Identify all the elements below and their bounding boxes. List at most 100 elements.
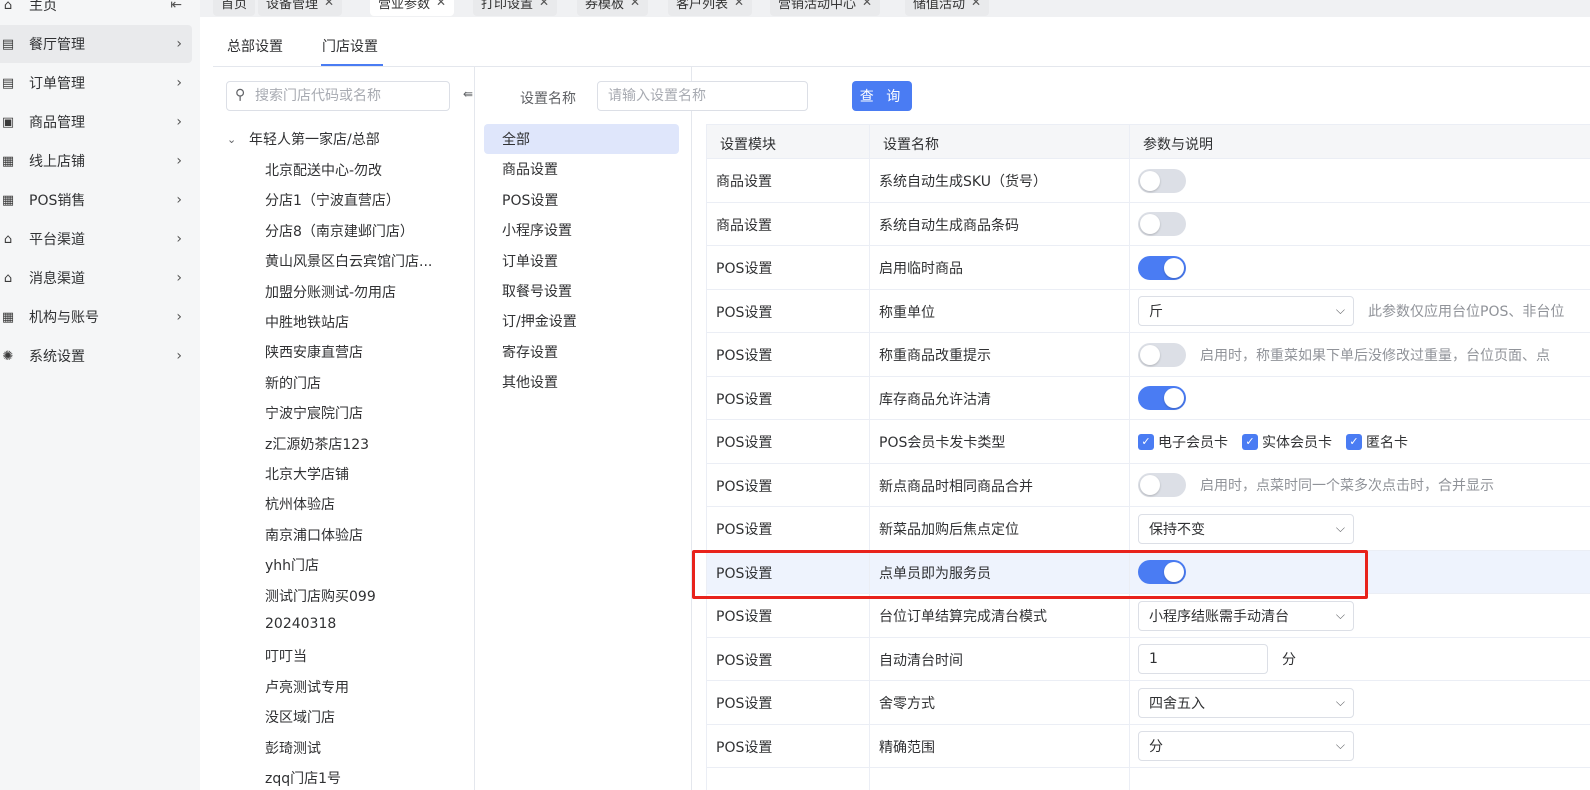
store-search-input[interactable] <box>255 86 445 106</box>
cell-module: 商品设置 <box>716 174 772 190</box>
sidebar-item-8[interactable]: ▦ 机构与账号 › <box>0 298 192 336</box>
category-item[interactable]: 寄存设置 <box>484 337 679 367</box>
close-icon[interactable]: ✕ <box>539 0 549 9</box>
sidebar-item-9[interactable]: ✺ 系统设置 › <box>0 337 192 375</box>
store-tree-item[interactable]: 叮叮当 <box>265 646 307 666</box>
store-tree-item[interactable]: 加盟分账测试-勿用店 <box>265 282 396 302</box>
select-dropdown[interactable]: 四舍五入 ⌵ <box>1138 687 1354 718</box>
close-icon[interactable]: ✕ <box>971 0 981 9</box>
toggle-switch[interactable] <box>1138 473 1186 497</box>
sidebar-item-2[interactable]: ▤ 订单管理 › <box>0 64 192 102</box>
sidebar-item-5[interactable]: ▦ POS销售 › <box>0 181 192 219</box>
cell-param <box>1138 377 1186 420</box>
toggle-switch[interactable] <box>1138 212 1186 236</box>
tab-1[interactable]: 设备管理 ✕ <box>258 0 343 16</box>
category-item[interactable]: 订单设置 <box>484 246 679 276</box>
store-tree-item[interactable]: zqq门店1号 <box>265 768 341 788</box>
store-tree-item[interactable]: 北京大学店铺 <box>265 464 349 484</box>
collapse-icon[interactable]: ⇚ <box>463 87 473 101</box>
sidebar-item-3[interactable]: ▣ 商品管理 › <box>0 103 192 141</box>
store-tree-item[interactable]: 新的门店 <box>265 373 321 393</box>
store-tree-item[interactable]: 宁波宁宸院门店 <box>265 403 363 423</box>
category-item[interactable]: POS设置 <box>484 185 679 215</box>
store-tree-item[interactable]: 分店1（宁波直营店） <box>265 190 400 210</box>
category-item[interactable]: 取餐号设置 <box>484 276 679 306</box>
category-item[interactable]: 其他设置 <box>484 367 679 397</box>
cell-module: POS设置 <box>716 522 773 538</box>
sidebar-item-1[interactable]: ▤ 餐厅管理 › <box>0 25 192 63</box>
store-tree-item[interactable]: 没区域门店 <box>265 707 335 727</box>
cell-setting-name: 自动清台时间 <box>879 652 963 669</box>
sidebar-item-7[interactable]: ⌂ 消息渠道 › <box>0 259 192 297</box>
tab-store-settings[interactable]: 门店设置 <box>322 36 378 56</box>
tab-4[interactable]: 券模板 ✕ <box>577 0 649 16</box>
table-row: POS设置 点单员即为服务员 <box>706 550 1590 594</box>
sidebar-item-label: 系统设置 <box>29 349 85 365</box>
tab-7[interactable]: 储值活动 ✕ <box>905 0 990 16</box>
setting-description: 此参数仅应用台位POS、非台位 <box>1368 304 1565 320</box>
select-dropdown[interactable]: 保持不变 ⌵ <box>1138 513 1354 544</box>
cell-module: POS设置 <box>716 739 773 756</box>
category-item[interactable]: 商品设置 <box>484 154 679 184</box>
toggle-switch[interactable] <box>1138 255 1186 280</box>
query-button[interactable]: 查 询 <box>852 81 912 111</box>
tab-6[interactable]: 营销活动中心 ✕ <box>770 0 881 16</box>
close-icon[interactable]: ✕ <box>324 0 334 9</box>
store-tree-item[interactable]: 陕西安康直营店 <box>265 342 363 362</box>
checkbox[interactable]: ✓ 匿名卡 <box>1346 432 1408 452</box>
chevron-down-icon[interactable]: ⌄ <box>227 133 243 146</box>
sidebar-item-6[interactable]: ⌂ 平台渠道 › <box>0 220 192 258</box>
sidebar-item-0[interactable]: ⌂ 主页 ⇤ <box>0 0 192 24</box>
cell-module: POS设置 <box>716 652 773 669</box>
select-dropdown[interactable]: 斤 ⌵ <box>1138 296 1354 326</box>
tab-0[interactable]: 首页 <box>213 0 256 16</box>
store-tree-item[interactable]: 20240318 <box>265 616 336 632</box>
column-divider <box>706 124 707 790</box>
store-tree-item[interactable]: 南京浦口体验店 <box>265 525 363 545</box>
toggle-switch[interactable] <box>1138 342 1186 367</box>
tab-5[interactable]: 客户列表 ✕ <box>668 0 753 16</box>
checkbox[interactable]: ✓ 实体会员卡 <box>1242 432 1332 452</box>
chevron-right-icon: › <box>176 309 182 325</box>
store-tree-item[interactable]: 分店8（南京建邺门店） <box>265 221 414 241</box>
store-tree-item[interactable]: 杭州体验店 <box>265 494 335 514</box>
store-tree-item[interactable]: 彭琦测试 <box>265 738 321 758</box>
store-tree-root[interactable]: ⌄ 年轻人第一家店/总部 <box>227 129 380 149</box>
collapse-sidebar-icon[interactable]: ⇤ <box>170 0 182 13</box>
setting-name-input[interactable] <box>597 81 808 111</box>
checkbox[interactable]: ✓ 电子会员卡 <box>1138 432 1228 452</box>
search-icon: ⚲ <box>235 87 246 103</box>
toggle-switch[interactable] <box>1138 386 1186 410</box>
checkbox-label: 匿名卡 <box>1366 434 1408 451</box>
toggle-switch[interactable] <box>1138 168 1186 193</box>
store-search-box[interactable]: ⚲ <box>226 81 450 111</box>
sidebar-item-4[interactable]: ▦ 线上店铺 › <box>0 142 192 180</box>
store-tree-item[interactable]: 黄山风景区白云宾馆门店... <box>265 251 432 271</box>
number-input[interactable]: 1 <box>1138 644 1268 674</box>
cell-setting-name: 新菜品加购后焦点定位 <box>879 522 1019 538</box>
category-item[interactable]: 全部 <box>484 124 679 154</box>
close-icon[interactable]: ✕ <box>862 0 872 9</box>
tab-2[interactable]: 营业参数 ✕ <box>370 0 455 16</box>
toggle-switch[interactable] <box>1138 560 1186 584</box>
store-tree-item[interactable]: 中胜地铁站店 <box>265 312 349 332</box>
table-row: POS设置 舍零方式 四舍五入 ⌵ <box>706 681 1590 725</box>
store-tree-item[interactable]: yhh门店 <box>265 555 319 575</box>
category-item[interactable]: 小程序设置 <box>484 215 679 245</box>
store-tree-item[interactable]: 卢亮测试专用 <box>265 677 349 697</box>
table-row: POS设置 精确范围分 ⌵ <box>706 725 1590 768</box>
close-icon[interactable]: ✕ <box>436 0 446 9</box>
store-tree-item[interactable]: z汇源奶茶店123 <box>265 434 369 454</box>
select-dropdown[interactable]: 小程序结账需手动清台 ⌵ <box>1138 600 1354 631</box>
select-dropdown[interactable]: 分 ⌵ <box>1138 731 1354 761</box>
tab-3[interactable]: 打印设置 ✕ <box>473 0 558 16</box>
category-item[interactable]: 订/押金设置 <box>484 306 679 336</box>
cell-setting-name: 称重商品改重提示 <box>879 348 991 364</box>
close-icon[interactable]: ✕ <box>734 0 744 9</box>
store-tree-item[interactable]: 测试门店购买099 <box>265 586 376 606</box>
store-tree-item[interactable]: 北京配送中心-勿改 <box>265 160 382 180</box>
gear-icon: ✺ <box>2 348 14 364</box>
chevron-down-icon: ⌵ <box>1335 694 1345 709</box>
close-icon[interactable]: ✕ <box>630 0 640 9</box>
tab-hq-settings[interactable]: 总部设置 <box>227 36 283 56</box>
